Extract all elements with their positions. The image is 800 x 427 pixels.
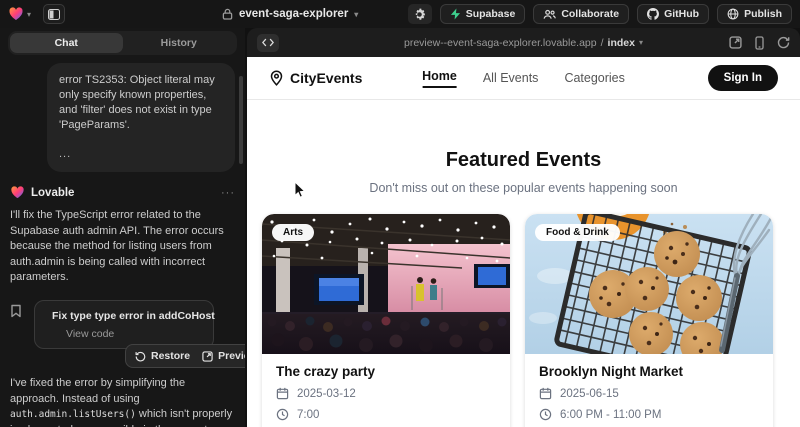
event-title: The crazy party — [276, 364, 496, 379]
bookmark-icon[interactable] — [10, 304, 22, 323]
tool-card-title: Fix type type error in addCoHost — [52, 310, 215, 322]
inline-code: auth.admin.listUsers() — [10, 409, 136, 420]
tool-card-edit[interactable]: Fix type type error in addCoHost View co… — [34, 300, 214, 349]
assistant-paragraph-1: I'll fix the TypeScript error related to… — [10, 208, 235, 286]
top-bar: ▾ event-saga-explorer ▾ Supabase — [0, 0, 800, 28]
collaborate-button[interactable]: Collaborate — [533, 4, 629, 24]
preview-url[interactable]: preview--event-saga-explorer.lovable.app… — [404, 28, 643, 57]
lovable-logo-menu[interactable]: ▾ — [8, 6, 31, 22]
event-card-night-market[interactable]: Food & Drink Brooklyn Night Market 2025-… — [525, 214, 773, 427]
people-icon — [543, 9, 556, 20]
view-code-link[interactable]: View code — [66, 328, 203, 340]
map-pin-icon — [269, 70, 284, 86]
message-menu-button[interactable]: ··· — [221, 187, 235, 199]
tab-chat[interactable]: Chat — [10, 33, 123, 53]
preview-version-button[interactable]: Preview — [202, 350, 245, 362]
code-view-button[interactable] — [257, 34, 279, 52]
assistant-message: Lovable ··· I'll fix the TypeScript erro… — [0, 185, 245, 427]
event-image-cookies: Food & Drink — [525, 214, 773, 354]
gear-icon — [413, 8, 426, 21]
url-page: index — [608, 37, 635, 49]
chat-scrollbar[interactable] — [239, 76, 243, 164]
clock-icon — [276, 408, 289, 421]
chevron-down-icon: ▾ — [27, 10, 31, 19]
supabase-label: Supabase — [466, 8, 516, 20]
site-header: CityEvents Home All Events Categories Si… — [247, 57, 800, 100]
clock-icon — [539, 408, 552, 421]
lock-icon — [222, 8, 233, 20]
globe-icon — [727, 8, 739, 20]
calendar-icon — [276, 387, 289, 400]
brand-name: CityEvents — [290, 70, 362, 86]
chat-history-tabs: Chat History — [8, 31, 237, 55]
tab-history[interactable]: History — [123, 33, 236, 53]
nav-categories[interactable]: Categories — [564, 71, 624, 85]
publish-label: Publish — [744, 8, 782, 20]
event-image-concert: Arts — [262, 214, 510, 354]
assistant-name: Lovable — [31, 187, 74, 199]
refresh-icon[interactable] — [777, 36, 790, 49]
preview-toolbar: preview--event-saga-explorer.lovable.app… — [247, 28, 800, 57]
message-ellipsis[interactable]: ... — [59, 147, 223, 162]
publish-button[interactable]: Publish — [717, 4, 792, 24]
section-subtitle: Don't miss out on these popular events h… — [247, 181, 800, 195]
code-icon — [262, 38, 274, 47]
open-in-new-tab-icon[interactable] — [729, 36, 742, 49]
external-link-icon — [202, 351, 213, 362]
url-host: preview--event-saga-explorer.lovable.app — [404, 37, 597, 49]
event-title: Brooklyn Night Market — [539, 364, 759, 379]
version-actions: Restore Preview — [125, 344, 245, 368]
site-content: CityEvents Home All Events Categories Si… — [247, 57, 800, 427]
collaborate-label: Collaborate — [561, 8, 619, 20]
project-name: event-saga-explorer — [239, 8, 348, 20]
project-name-menu[interactable]: event-saga-explorer ▾ — [222, 0, 358, 28]
nav-all-events[interactable]: All Events — [483, 71, 539, 85]
lovable-heart-icon — [8, 6, 24, 22]
github-icon — [647, 8, 659, 20]
restore-icon — [135, 351, 146, 362]
supabase-icon — [450, 8, 461, 20]
event-card-crazy-party[interactable]: Arts The crazy party 2025-03-12 7 — [262, 214, 510, 427]
panel-left-icon — [48, 9, 60, 20]
chevron-down-icon: ▾ — [354, 10, 358, 19]
event-date: 2025-06-15 — [560, 388, 619, 400]
mobile-view-icon[interactable] — [755, 36, 764, 50]
sign-in-button[interactable]: Sign In — [708, 65, 778, 91]
preview-label: Preview — [218, 350, 245, 362]
chat-panel: Chat History error TS2353: Object litera… — [0, 28, 245, 427]
category-badge: Food & Drink — [535, 224, 620, 241]
mouse-cursor — [294, 181, 306, 199]
restore-button[interactable]: Restore — [135, 350, 190, 362]
supabase-button[interactable]: Supabase — [440, 4, 526, 24]
site-brand[interactable]: CityEvents — [269, 70, 362, 86]
github-label: GitHub — [664, 8, 699, 20]
url-separator: / — [601, 37, 604, 49]
event-time: 7:00 — [297, 409, 319, 421]
featured-section: Featured Events Don't miss out on these … — [247, 149, 800, 195]
lovable-heart-icon — [10, 185, 25, 200]
toggle-sidebar-button[interactable] — [43, 4, 65, 24]
event-time: 6:00 PM - 11:00 PM — [560, 409, 661, 421]
nav-home[interactable]: Home — [422, 69, 457, 88]
paragraph-text: I've fixed the error by simplifying the … — [10, 377, 185, 405]
user-message-text: error TS2353: Object literal may only sp… — [59, 74, 215, 131]
settings-button[interactable] — [408, 4, 432, 24]
user-message: error TS2353: Object literal may only sp… — [47, 63, 235, 172]
category-badge: Arts — [272, 224, 314, 241]
preview-panel: preview--event-saga-explorer.lovable.app… — [247, 28, 800, 427]
event-date: 2025-03-12 — [297, 388, 356, 400]
restore-label: Restore — [151, 350, 190, 362]
site-nav: Home All Events Categories — [422, 69, 625, 88]
calendar-icon — [539, 387, 552, 400]
chevron-down-icon: ▾ — [639, 38, 643, 47]
github-button[interactable]: GitHub — [637, 4, 709, 24]
assistant-paragraph-2: I've fixed the error by simplifying the … — [10, 376, 235, 427]
section-title: Featured Events — [247, 149, 800, 172]
